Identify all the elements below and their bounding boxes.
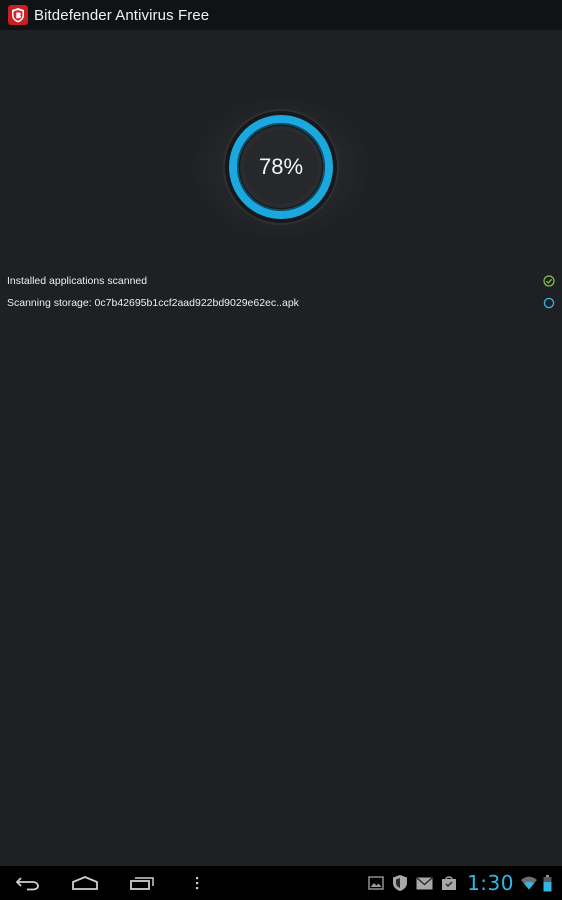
menu-icon[interactable]	[190, 873, 204, 893]
app-title: Bitdefender Antivirus Free	[34, 6, 210, 24]
status-item-apps: Installed applications scanned	[0, 270, 562, 292]
status-item-storage: Scanning storage: 0c7b42695b1ccf2aad922b…	[0, 292, 562, 314]
scan-status-list: Installed applications scanned Scanning …	[0, 270, 562, 314]
action-bar: Bitdefender Antivirus Free	[0, 0, 562, 30]
back-icon[interactable]	[14, 873, 42, 893]
home-icon[interactable]	[70, 873, 100, 893]
battery-icon	[543, 874, 552, 892]
scan-progress-area: 78%	[0, 30, 562, 270]
shield-icon[interactable]	[392, 874, 408, 892]
bitdefender-shield-icon[interactable]	[8, 5, 28, 25]
system-nav-bar: 1:30	[0, 866, 562, 900]
gallery-icon[interactable]	[368, 876, 384, 890]
mail-icon[interactable]	[416, 876, 433, 890]
ring-icon	[543, 297, 555, 309]
notification-tray: 1:30	[360, 866, 552, 900]
status-label: Installed applications scanned	[7, 275, 148, 287]
store-bag-icon[interactable]	[441, 875, 457, 891]
app-root: Bitdefender Antivirus Free 78% Installed…	[0, 0, 562, 900]
check-circle-icon	[543, 275, 555, 287]
status-label: Scanning storage: 0c7b42695b1ccf2aad922b…	[7, 297, 299, 309]
recent-apps-icon[interactable]	[128, 873, 156, 893]
progress-percent: 78%	[258, 154, 304, 179]
wifi-icon	[520, 876, 538, 890]
clock: 1:30	[467, 871, 514, 895]
